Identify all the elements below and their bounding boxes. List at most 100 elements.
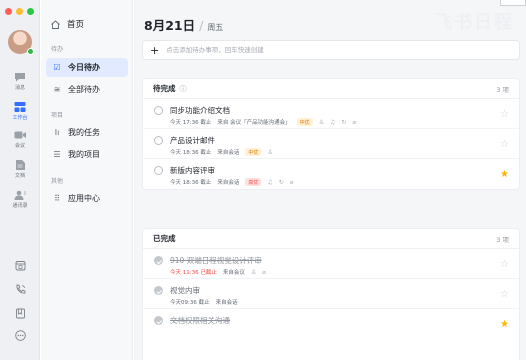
task-title: 视觉内审: [170, 286, 200, 295]
task-row[interactable]: 910 双端日程视觉设计评审 今天 11:36 已截止 来自会议 ♙ ⌀ ☆: [143, 249, 519, 279]
task-source: 来自会话: [215, 300, 238, 306]
date-label: 8月21日: [144, 18, 196, 33]
priority-tag: 中优: [245, 148, 262, 156]
rail-item-workbench[interactable]: 工作台: [0, 102, 40, 121]
task-row[interactable]: 视觉内审 今天09:36 截止 来自会话 ☆: [143, 279, 519, 309]
page-title: 8月21日 / 周五: [144, 15, 223, 34]
rail-item-label: 会议: [14, 143, 25, 149]
rail-book-button[interactable]: [0, 308, 40, 322]
app-rail: 消息 工作台 会议 文档 通讯录: [0, 0, 40, 360]
task-source: 来自 会议「产品功能沟通会」: [217, 120, 291, 126]
rail-item-label: 工作台: [12, 115, 28, 121]
repeat-icon: ↻: [341, 118, 347, 126]
message-icon: [15, 73, 25, 82]
task-checkbox[interactable]: [154, 316, 163, 325]
sidebar-item-label: 我的项目: [68, 150, 100, 159]
title-divider: /: [199, 18, 204, 33]
task-meta: 今天 11:36 已截止 来自会议 ♙ ⌀: [170, 268, 266, 277]
sidebar-section-project: 项目: [51, 112, 64, 119]
info-icon[interactable]: ⓘ: [180, 85, 187, 93]
add-todo-bar[interactable]: +: [142, 40, 520, 60]
todo-sidebar: 首页 待办 ☑ 今日待办 ≅ 全部待办 项目 Iı 我的任务 ☰ 我的项目 其他…: [41, 0, 133, 360]
online-status-badge: [27, 48, 34, 55]
more-icon: [14, 330, 26, 341]
sidebar-item-today[interactable]: ☑ 今日待办: [46, 58, 128, 77]
attachment-icon: ⌀: [352, 118, 357, 126]
sidebar-item-home[interactable]: 首页: [51, 18, 84, 30]
rail-item-meeting[interactable]: 会议: [0, 130, 40, 149]
video-camera-icon: [14, 131, 26, 139]
phone-icon: [16, 284, 25, 294]
app-grid-icon: ⠿: [54, 194, 60, 203]
task-checkbox[interactable]: [154, 256, 163, 265]
sidebar-item-label: 我的任务: [68, 128, 100, 137]
task-meta: 今天 17:36 截止 来自 会议「产品功能沟通会」 中优 ♙ ♫ ↻ ⌀: [170, 118, 356, 126]
reminder-icon: ♫: [267, 178, 273, 186]
rail-phone-button[interactable]: [0, 284, 40, 298]
task-meta: 今天 18:36 截止 来自会话 高优 ♫ ↻ ⌀: [170, 178, 293, 186]
workbench-icon: [14, 102, 26, 112]
task-checkbox[interactable]: [154, 106, 163, 115]
window-corner-button[interactable]: [500, 0, 526, 6]
rail-calendar-button[interactable]: [0, 260, 40, 274]
assignee-icon: ♙: [318, 118, 325, 126]
sidebar-item-my-projects[interactable]: ☰ 我的项目: [46, 145, 128, 164]
contacts-icon: [14, 190, 26, 200]
rail-more-button[interactable]: [0, 330, 40, 344]
star-icon[interactable]: ☆: [500, 289, 509, 300]
plus-icon: +: [150, 43, 160, 57]
checkbox-icon: ☑: [53, 63, 61, 72]
window-close-button[interactable]: [5, 8, 12, 15]
task-source: 来自会话: [217, 180, 240, 186]
pending-title: 待完成: [153, 84, 176, 93]
sidebar-item-all[interactable]: ≅ 全部待办: [46, 80, 128, 99]
rail-item-messages[interactable]: 消息: [0, 72, 40, 91]
done-header: 已完成 3 项: [143, 229, 519, 249]
task-meta: 今天09:36 截止 来自会话: [170, 298, 238, 306]
task-source: 来自会话: [217, 150, 240, 156]
window-maximize-button[interactable]: [27, 8, 34, 15]
sidebar-item-my-tasks[interactable]: Iı 我的任务: [46, 123, 128, 142]
rail-item-docs[interactable]: 文档: [0, 160, 40, 179]
repeat-icon: ↻: [278, 178, 284, 186]
task-checkbox[interactable]: [154, 166, 163, 175]
star-icon[interactable]: ☆: [500, 259, 509, 270]
star-icon[interactable]: ☆: [500, 139, 509, 150]
main-content: 飞书日程 8月21日/周五 + 待完成 ⓘ 3 项 同步功能介绍文档 今天 17:…: [134, 0, 526, 360]
tasks-icon: Iı: [54, 128, 60, 137]
rail-item-label: 通讯录: [12, 203, 28, 209]
task-title: 910 双端日程视觉设计评审: [170, 256, 262, 265]
sidebar-section-todo: 待办: [51, 46, 64, 53]
document-icon: [16, 160, 25, 170]
task-row[interactable]: 产品设计邮件 今天 18:36 截止 来自会话 中优 ♙ ☆: [143, 129, 519, 159]
sidebar-item-apps[interactable]: ⠿ 应用中心: [46, 189, 128, 208]
weekday-label: 周五: [207, 23, 224, 32]
task-checkbox[interactable]: [154, 136, 163, 145]
add-todo-input[interactable]: [166, 46, 487, 54]
pending-count: 3 项: [496, 85, 509, 94]
sidebar-item-label: 应用中心: [68, 194, 100, 203]
rail-item-contacts[interactable]: 通讯录: [0, 190, 40, 209]
task-due: 今天 11:36 已截止: [170, 270, 217, 276]
task-row[interactable]: 新版内容评审 今天 18:36 截止 来自会话 高优 ♫ ↻ ⌀ ★: [143, 159, 519, 189]
priority-tag: 高优: [245, 178, 262, 186]
task-title: 新版内容评审: [170, 166, 215, 175]
star-icon[interactable]: ★: [500, 319, 509, 330]
task-title: 产品设计邮件: [170, 136, 215, 145]
list-filter-icon: ≅: [53, 85, 61, 94]
rail-item-label: 文档: [14, 173, 25, 179]
window-controls: [5, 8, 34, 15]
task-checkbox[interactable]: [154, 286, 163, 295]
attachment-icon: ⌀: [289, 178, 294, 186]
assignee-icon: ♙: [267, 148, 273, 156]
window-minimize-button[interactable]: [16, 8, 23, 15]
star-icon[interactable]: ☆: [500, 109, 509, 120]
sidebar-item-label: 全部待办: [68, 85, 100, 94]
task-row[interactable]: 同步功能介绍文档 今天 17:36 截止 来自 会议「产品功能沟通会」 中优 ♙…: [143, 99, 519, 129]
sidebar-section-other: 其他: [51, 178, 64, 185]
star-icon[interactable]: ★: [500, 169, 509, 180]
rail-item-label: 消息: [14, 85, 25, 91]
task-due: 今天 17:36 截止: [170, 120, 212, 126]
priority-tag: 中优: [296, 118, 313, 126]
task-row[interactable]: 文档权限相关沟通 ★: [143, 309, 519, 339]
